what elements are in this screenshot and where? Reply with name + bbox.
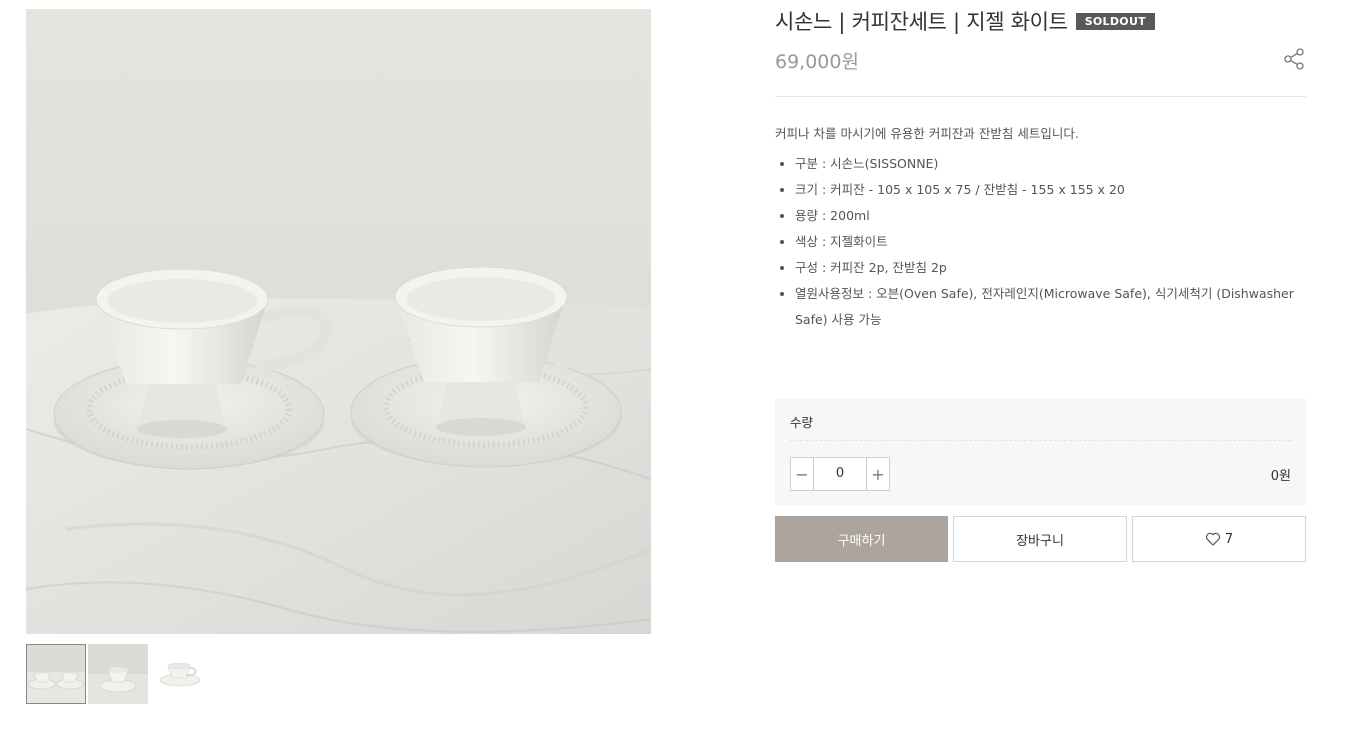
spec-item: 크기 : 커피잔 - 105 x 105 x 75 / 잔받침 - 155 x … — [775, 177, 1306, 203]
spec-list: 구분 : 시손느(SISSONNE) 크기 : 커피잔 - 105 x 105 … — [775, 151, 1306, 333]
increase-button[interactable]: + — [867, 458, 889, 490]
divider — [775, 96, 1306, 97]
title-row: 시손느 | 커피잔세트 | 지젤 화이트 SOLDOUT — [775, 6, 1155, 36]
buy-button[interactable]: 구매하기 — [775, 516, 948, 562]
decrease-button[interactable]: − — [791, 458, 813, 490]
quantity-label: 수량 — [790, 415, 814, 430]
soldout-badge: SOLDOUT — [1075, 12, 1155, 30]
product-title: 시손느 | 커피잔세트 | 지젤 화이트 — [775, 10, 1068, 34]
product-price: 69,000원 — [775, 51, 859, 73]
description-intro: 커피나 차를 마시기에 유용한 커피잔과 잔받침 세트입니다. — [775, 126, 1079, 141]
product-description: 커피나 차를 마시기에 유용한 커피잔과 잔받침 세트입니다. 구분 : 시손느… — [775, 125, 1306, 333]
main-product-image — [26, 9, 651, 634]
cart-button[interactable]: 장바구니 — [953, 516, 1127, 562]
spec-item: 용량 : 200ml — [775, 203, 1306, 229]
spec-item: 열원사용정보 : 오븐(Oven Safe), 전자레인지(Microwave … — [775, 281, 1306, 333]
heart-icon — [1205, 531, 1221, 547]
quantity-stepper: − 0 + — [790, 457, 890, 491]
total-price: 0원 — [1270, 469, 1291, 484]
quantity-input[interactable]: 0 — [813, 458, 867, 490]
thumbnail-list — [26, 644, 210, 704]
wish-count: 7 — [1224, 531, 1234, 547]
spec-item: 구성 : 커피잔 2p, 잔받침 2p — [775, 255, 1306, 281]
thumbnail-2[interactable] — [88, 644, 148, 704]
thumbnail-3[interactable] — [150, 644, 210, 704]
thumbnail-1[interactable] — [26, 644, 86, 704]
share-icon[interactable] — [1282, 47, 1306, 71]
action-buttons: 구매하기 장바구니 7 — [775, 516, 1306, 562]
quantity-divider — [790, 440, 1291, 441]
quantity-box: 수량 − 0 + 0원 — [775, 399, 1306, 505]
spec-item: 구분 : 시손느(SISSONNE) — [775, 151, 1306, 177]
spec-item: 색상 : 지젤화이트 — [775, 229, 1306, 255]
wishlist-button[interactable]: 7 — [1132, 516, 1306, 562]
